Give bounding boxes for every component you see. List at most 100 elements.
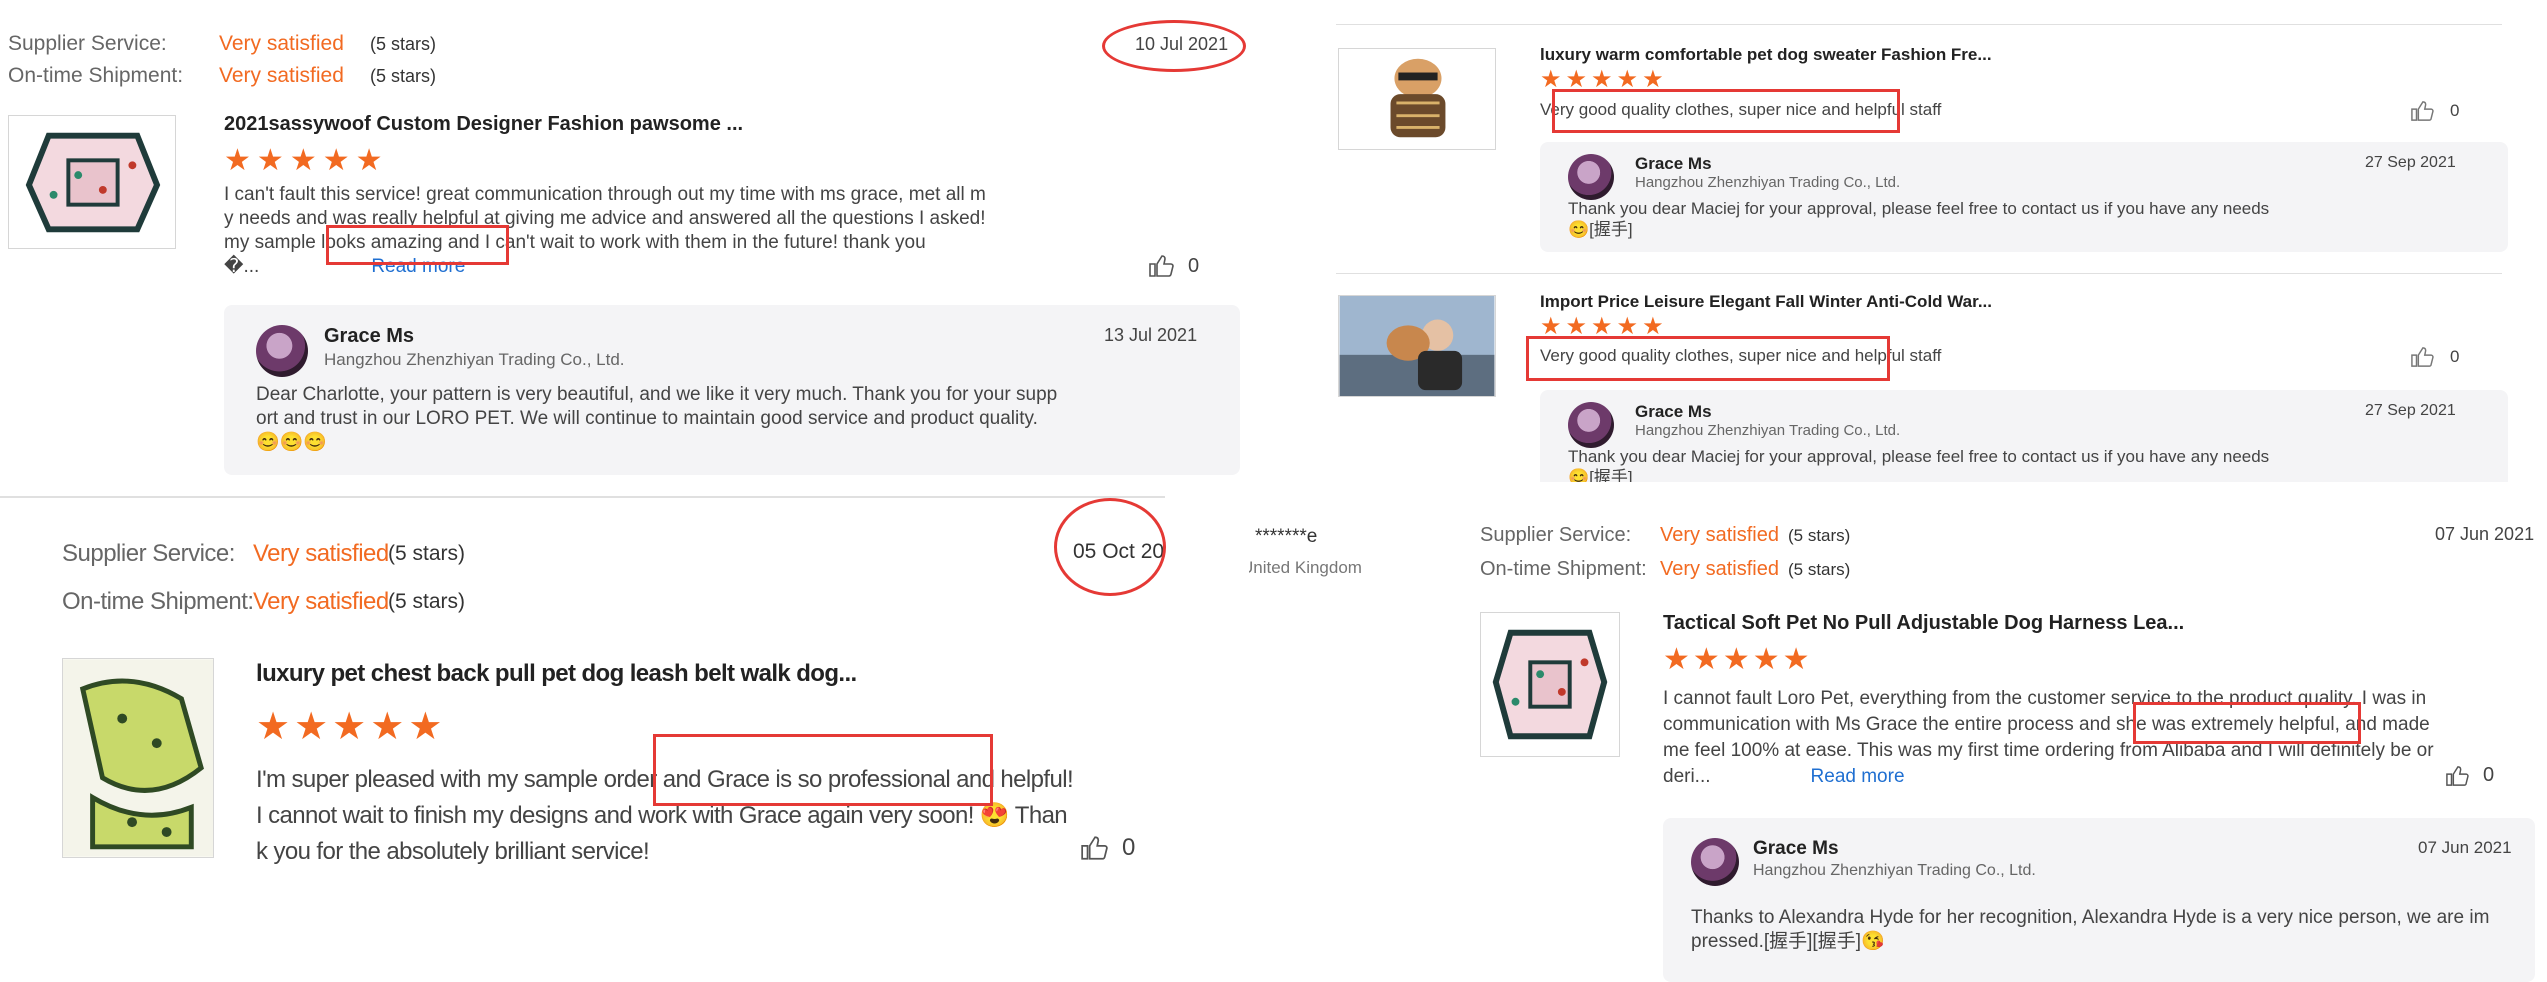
- like-button[interactable]: 0: [2445, 764, 2494, 787]
- harness-image: [9, 116, 175, 248]
- shipment-stars: (5 stars): [388, 590, 466, 613]
- section-divider: [0, 496, 1165, 498]
- supplier-service-label: Supplier Service:: [62, 540, 235, 567]
- shipment-stars: (5 stars): [1788, 560, 1851, 579]
- star-icon: ★: [224, 144, 251, 177]
- product-title[interactable]: Import Price Leisure Elegant Fall Winter…: [1540, 292, 1992, 312]
- reply-author: Grace Ms: [324, 325, 415, 347]
- product-thumbnail[interactable]: [1338, 295, 1496, 397]
- star-icon: ★: [1782, 643, 1810, 676]
- star-icon: ★: [256, 706, 291, 748]
- rating-stars: ★ ★ ★ ★ ★: [224, 146, 383, 176]
- supplier-service-value: Very satisfied: [1660, 524, 1779, 546]
- product-thumbnail[interactable]: [62, 658, 214, 858]
- star-icon: ★: [355, 144, 383, 177]
- product-thumbnail[interactable]: [1338, 48, 1496, 150]
- avatar: [1691, 838, 1739, 886]
- star-icon: ★: [1752, 643, 1780, 676]
- dog-sweater-image: [1339, 49, 1495, 149]
- like-count: 0: [1122, 834, 1136, 861]
- like-button[interactable]: 0: [2410, 346, 2459, 368]
- reply-author: Grace Ms: [1635, 402, 1712, 421]
- reply-line: pressed.[握手][握手]😘: [1691, 931, 1885, 952]
- like-count: 0: [1188, 254, 1200, 277]
- reply-text: Thanks to Alexandra Hyde for her recogni…: [1691, 906, 2489, 954]
- reply-line: 😊[握手]: [1568, 468, 1633, 482]
- star-icon: ★: [1722, 643, 1750, 676]
- avatar: [1568, 154, 1614, 200]
- rating-stars: ★ ★ ★ ★ ★: [1663, 645, 1810, 675]
- star-icon: ★: [1692, 643, 1720, 676]
- thumbs-up-icon: [1081, 836, 1108, 860]
- product-title[interactable]: 2021sassywoof Custom Designer Fashion pa…: [224, 113, 743, 136]
- review-line: I can't fault this service! great commun…: [224, 184, 986, 205]
- buyer-country-text: United Kingdom: [1249, 558, 1362, 577]
- product-title[interactable]: luxury pet chest back pull pet dog leash…: [256, 660, 857, 688]
- date-highlight-oval: [1102, 20, 1246, 72]
- reply-line: 😊[握手]: [1568, 220, 1633, 239]
- reply-emoji-line: 😊😊😊: [256, 432, 327, 453]
- product-title[interactable]: luxury warm comfortable pet dog sweater …: [1540, 45, 1992, 65]
- review-ellipsis: deri...: [1663, 766, 1711, 787]
- review-panel-1: Supplier Service: Very satisfied (5 star…: [0, 0, 1260, 490]
- shipment-value: Very satisfied: [219, 64, 344, 87]
- shipment-label: On-time Shipment:: [1480, 558, 1647, 580]
- reply-company: Hangzhou Zhenzhiyan Trading Co., Ltd.: [1753, 862, 2036, 879]
- like-button[interactable]: 0: [1148, 254, 1199, 278]
- supplier-reply: Grace Ms Hangzhou Zhenzhiyan Trading Co.…: [1540, 390, 2508, 482]
- shipment-label: On-time Shipment:: [8, 64, 184, 87]
- section-divider: [1336, 24, 2502, 25]
- reply-text: Thank you dear Maciej for your approval,…: [1568, 446, 2269, 482]
- rating-stars: ★ ★ ★ ★ ★: [256, 708, 442, 746]
- text-highlight-box: [1552, 89, 1900, 133]
- supplier-service-value: Very satisfied: [253, 540, 389, 567]
- thumbs-up-icon: [2446, 765, 2469, 786]
- review-panel-3: Supplier Service: Very satisfied (5 star…: [0, 498, 1230, 982]
- product-thumbnail[interactable]: [1480, 612, 1620, 757]
- text-highlight-box: [326, 225, 509, 265]
- reply-company: Hangzhou Zhenzhiyan Trading Co., Ltd.: [1635, 174, 1901, 191]
- review-line: k you for the absolutely brilliant servi…: [256, 838, 650, 865]
- thumbs-up-icon: [2411, 101, 2434, 121]
- review-panel-2: luxury warm comfortable pet dog sweater …: [1330, 0, 2547, 490]
- buyer-country: United Kingdom: [1249, 558, 1409, 578]
- text-highlight-box: [2133, 702, 2361, 744]
- star-icon: ★: [370, 706, 405, 748]
- date-highlight-oval: [1054, 498, 1166, 596]
- avatar: [1568, 402, 1614, 448]
- supplier-service-value: Very satisfied: [219, 32, 344, 55]
- buyer-name: *******e: [1255, 526, 1318, 547]
- supplier-reply: Grace Ms Hangzhou Zhenzhiyan Trading Co.…: [1663, 818, 2535, 982]
- supplier-service-label: Supplier Service:: [1480, 524, 1632, 546]
- reply-company: Hangzhou Zhenzhiyan Trading Co., Ltd.: [324, 350, 625, 369]
- read-more-link[interactable]: Read more: [1811, 764, 1905, 790]
- review-ellipsis: �...: [224, 256, 260, 277]
- shipment-value: Very satisfied: [253, 588, 389, 615]
- like-button[interactable]: 0: [2410, 100, 2459, 122]
- reply-author: Grace Ms: [1635, 154, 1712, 173]
- like-button[interactable]: 0: [1080, 834, 1135, 862]
- star-icon: ★: [408, 706, 443, 748]
- star-icon: ★: [294, 706, 329, 748]
- reply-line: Dear Charlotte, your pattern is very bea…: [256, 384, 1058, 405]
- product-title[interactable]: Tactical Soft Pet No Pull Adjustable Dog…: [1663, 612, 2184, 635]
- star-icon: ★: [332, 706, 367, 748]
- reply-line: Thank you dear Maciej for your approval,…: [1568, 199, 2270, 218]
- reply-line: Thanks to Alexandra Hyde for her recogni…: [1691, 907, 2490, 928]
- reply-date: 13 Jul 2021: [1104, 325, 1198, 345]
- reply-date: 07 Jun 2021: [2418, 838, 2512, 857]
- product-thumbnail[interactable]: [8, 115, 176, 249]
- star-icon: ★: [1663, 643, 1690, 676]
- supplier-service-stars: (5 stars): [388, 542, 466, 565]
- shipment-value: Very satisfied: [1660, 558, 1779, 580]
- section-divider: [1336, 273, 2502, 274]
- star-icon: ★: [256, 144, 284, 177]
- star-icon: ★: [289, 144, 317, 177]
- reply-date: 27 Sep 2021: [2365, 154, 2456, 171]
- review-line: deri... Read more: [1663, 764, 2434, 790]
- dog-owner-photo: [1339, 296, 1495, 396]
- text-highlight-box: [653, 734, 993, 806]
- avatar: [256, 325, 308, 377]
- review-panel-4: *******e United Kingdom Supplier Service…: [1235, 500, 2547, 982]
- supplier-service-stars: (5 stars): [1788, 526, 1851, 545]
